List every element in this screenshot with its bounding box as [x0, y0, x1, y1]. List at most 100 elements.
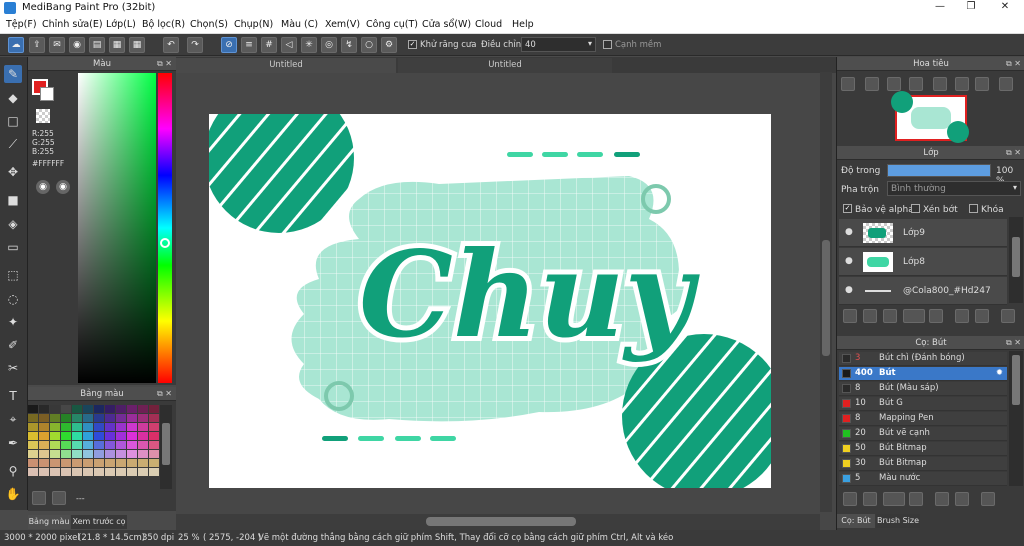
palette-swatch[interactable]	[28, 459, 38, 467]
palette-swatch[interactable]	[28, 450, 38, 458]
palette-swatch[interactable]	[50, 468, 60, 476]
add-layer-menu-icon[interactable]	[903, 309, 925, 323]
palette-swatch[interactable]	[116, 459, 126, 467]
menu-file[interactable]: Tệp(F)	[6, 19, 37, 30]
text-tool-icon[interactable]: T	[4, 387, 22, 405]
brush-item[interactable]: 5 Màu nước	[839, 472, 1007, 486]
palette-scrollbar[interactable]	[160, 405, 172, 489]
select-pen-icon[interactable]: ✐	[4, 336, 22, 354]
palette-swatch[interactable]	[39, 450, 49, 458]
brush-item[interactable]: 50 Bút Bitmap	[839, 442, 1007, 456]
panel-close-icon[interactable]: ⧉ ✕	[157, 387, 172, 401]
palette-swatch[interactable]	[50, 423, 60, 431]
palette-swatch[interactable]	[50, 414, 60, 422]
color-picker-icon[interactable]: ⚲	[4, 462, 22, 480]
palette-swatch[interactable]	[149, 414, 159, 422]
palette-swatch[interactable]	[105, 414, 115, 422]
brush-item[interactable]: 3 Bút chì (Đánh bóng)	[839, 352, 1007, 366]
brush-tool-icon[interactable]: ✎	[4, 65, 22, 83]
actual-size-icon[interactable]	[909, 77, 923, 91]
palette-swatch[interactable]	[39, 441, 49, 449]
share-icon[interactable]: ⇪	[29, 37, 45, 53]
palette-swatch[interactable]	[83, 468, 93, 476]
brush-item[interactable]: 8 Mapping Pen	[839, 412, 1007, 426]
menu-filter[interactable]: Bộ lọc(R)	[142, 19, 185, 30]
brush-scrollbar[interactable]	[1009, 351, 1023, 486]
lock-checkbox[interactable]	[969, 204, 978, 213]
eye-icon[interactable]: ●	[845, 227, 853, 237]
palette-swatch[interactable]	[94, 459, 104, 467]
snap-grid-icon[interactable]: #	[261, 37, 277, 53]
palette-swatch[interactable]	[94, 405, 104, 413]
palette-swatch[interactable]	[61, 405, 71, 413]
palette-swatch[interactable]	[127, 432, 137, 440]
layer-scrollbar[interactable]	[1009, 217, 1023, 303]
snap-circle-icon[interactable]: ◎	[321, 37, 337, 53]
palette-swatch[interactable]	[83, 432, 93, 440]
snap-ellipse-icon[interactable]: ○	[361, 37, 377, 53]
palette-swatch[interactable]	[39, 414, 49, 422]
snap-curve-icon[interactable]: ↯	[341, 37, 357, 53]
menu-select[interactable]: Chọn(S)	[190, 19, 228, 30]
palette-swatch[interactable]	[28, 405, 38, 413]
palette-swatch[interactable]	[50, 450, 60, 458]
delete-layer-icon[interactable]	[1001, 309, 1015, 323]
menu-view[interactable]: Xem(V)	[325, 19, 360, 30]
brush-folder2-icon[interactable]	[935, 492, 949, 506]
rotate-left-icon[interactable]	[933, 77, 947, 91]
menu-help[interactable]: Help	[512, 19, 534, 30]
zoom-in-icon[interactable]	[865, 77, 879, 91]
select-tool-icon[interactable]: ⬚	[4, 266, 22, 284]
panel-close-icon[interactable]: ⧉ ✕	[1006, 336, 1021, 350]
transparent-color-swatch[interactable]	[36, 109, 50, 123]
add-palette-icon[interactable]	[32, 491, 46, 505]
move-tool-icon[interactable]: ✥	[4, 163, 22, 181]
tab-brush-size[interactable]: Brush Size	[876, 514, 920, 528]
speech-bubble-icon[interactable]: ◉	[69, 37, 85, 53]
palette-swatch[interactable]	[83, 405, 93, 413]
background-color-swatch[interactable]	[40, 87, 54, 101]
palette-swatch[interactable]	[72, 432, 82, 440]
palette-swatch[interactable]	[28, 432, 38, 440]
palette-swatch[interactable]	[61, 450, 71, 458]
layer-scroll-thumb[interactable]	[1012, 237, 1020, 277]
palette-swatch[interactable]	[138, 432, 148, 440]
palette-swatch[interactable]	[39, 405, 49, 413]
palette-swatch[interactable]	[94, 432, 104, 440]
palette-swatch[interactable]	[149, 423, 159, 431]
new-layer-8bit-icon[interactable]	[863, 309, 877, 323]
zoom-out-icon[interactable]	[841, 77, 855, 91]
palette-swatch[interactable]	[50, 405, 60, 413]
lasso-tool-icon[interactable]: ◌	[4, 290, 22, 308]
palette-swatch[interactable]	[149, 432, 159, 440]
palette-swatch[interactable]	[127, 405, 137, 413]
hue-slider-handle[interactable]	[160, 238, 170, 248]
palette-swatch[interactable]	[138, 414, 148, 422]
magic-wand-icon[interactable]: ✦	[4, 313, 22, 331]
add-brush-menu-icon[interactable]	[883, 492, 905, 506]
menu-layer[interactable]: Lớp(L)	[106, 19, 136, 30]
palette-swatch[interactable]	[127, 450, 137, 458]
palette-swatch[interactable]	[39, 423, 49, 431]
palette-swatch[interactable]	[116, 441, 126, 449]
palette-swatch[interactable]	[72, 441, 82, 449]
hue-slider[interactable]	[158, 73, 172, 383]
comment-icon[interactable]: ✉	[49, 37, 65, 53]
palette-swatch[interactable]	[61, 432, 71, 440]
close-button[interactable]: ✕	[990, 1, 1020, 15]
palette-swatch[interactable]	[61, 468, 71, 476]
palette-swatch[interactable]	[94, 468, 104, 476]
eye-icon[interactable]: ●	[845, 285, 853, 295]
snap-vanish-icon[interactable]: ◁	[281, 37, 297, 53]
palette-swatch[interactable]	[50, 459, 60, 467]
palette-swatch[interactable]	[138, 441, 148, 449]
palette-swatch[interactable]	[116, 414, 126, 422]
new-layer-icon[interactable]	[843, 309, 857, 323]
palette-swatch[interactable]	[50, 441, 60, 449]
delete-brush-icon[interactable]	[981, 492, 995, 506]
palette-swatch[interactable]	[116, 423, 126, 431]
rectangle-tool-icon[interactable]: □	[4, 112, 22, 130]
brush-folder-icon[interactable]	[909, 492, 923, 506]
palette-swatch[interactable]	[39, 459, 49, 467]
palette-swatch[interactable]	[61, 414, 71, 422]
